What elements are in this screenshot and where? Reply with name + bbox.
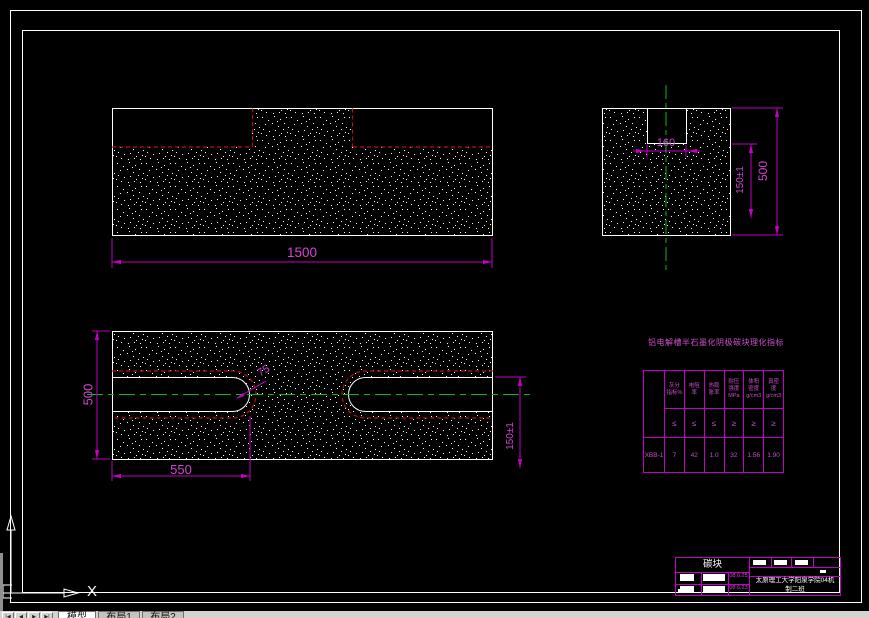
spec-comparator: ≤ — [683, 408, 704, 437]
redacted-name-block — [680, 574, 694, 581]
autocad-model-space: 1500 550 500 150±1 75 160 150±1 500 X 铝电… — [0, 0, 869, 618]
drawing-canvas[interactable] — [0, 0, 869, 618]
organization-line1: 太原理工大学阳泉学院04机 — [755, 577, 835, 584]
date-1: 08.6.25 — [729, 573, 748, 579]
tab-nav-last-button[interactable]: ▶| — [41, 612, 53, 618]
window-edge — [0, 553, 3, 618]
section-view — [87, 331, 532, 460]
date-2: 08.6.23 — [729, 585, 748, 591]
tab-nav-next-button[interactable]: ▶ — [28, 612, 40, 618]
sheet-border — [10, 10, 862, 603]
dim-1500-label: 1500 — [286, 245, 318, 260]
dim-500-side-label: 500 — [756, 160, 770, 182]
dim-550-label: 550 — [170, 462, 192, 477]
spec-grade-value: XBB-1 — [644, 437, 664, 472]
ucs-icon — [2, 514, 80, 599]
spec-col-header: 灰分 指标% — [664, 371, 684, 408]
organization-line2: 制二班 — [785, 586, 805, 593]
redacted-field-block — [774, 560, 787, 565]
dim-160-label: 160 — [656, 137, 676, 149]
dim-150-section-label: 150±1 — [505, 422, 516, 450]
spec-value: 42 — [683, 437, 704, 472]
small-text-mark — [678, 589, 683, 593]
tab-model[interactable]: 模型 — [58, 611, 96, 618]
part-name: 碳块 — [702, 559, 722, 570]
spec-col-header: 耐压 强度 MPa — [723, 371, 744, 408]
tab-layout1[interactable]: 布局1 — [98, 611, 140, 618]
spec-comparator: ≥ — [743, 408, 764, 437]
tab-layout2[interactable]: 布局2 — [142, 611, 184, 618]
spec-comparator: ≥ — [723, 408, 744, 437]
dim-150-side-label: 150±1 — [735, 166, 746, 194]
spec-value: 1.90 — [763, 437, 783, 472]
spec-value: 1.56 — [743, 437, 764, 472]
redacted-field-block — [753, 560, 766, 565]
spec-comparator: ≤ — [703, 408, 724, 437]
redacted-name-block — [703, 586, 725, 593]
side-view — [602, 85, 731, 273]
small-text-mark — [820, 570, 826, 573]
title-block: 碳块 08.6.25 08.6.23 太原理工大学阳泉学院04机 制二班 — [675, 557, 841, 596]
spec-col-header: 体积 密度 g/cm3 — [743, 371, 763, 408]
spec-comparator: ≤ — [664, 408, 684, 437]
spec-table-title: 铝电解槽半石墨化阴极碳块理化指标 — [648, 338, 784, 347]
spec-value: 7 — [664, 437, 684, 472]
tab-nav-first-button[interactable]: |◀ — [2, 612, 14, 618]
front-view-hatch — [112, 108, 492, 235]
redacted-field-block — [795, 560, 808, 565]
ucs-x-label: X — [86, 583, 97, 600]
small-text-mark — [684, 590, 688, 593]
spec-grade-header-cell — [644, 371, 664, 437]
spec-comparator: ≥ — [763, 408, 783, 437]
spec-table: 灰分 指标% 电阻率 热膨 胀率 耐压 强度 MPa 体积 密度 g/cm3 真密度 g/cm… — [643, 370, 784, 473]
spec-value: 1.0 — [703, 437, 724, 472]
spec-value: 32 — [723, 437, 744, 472]
spec-col-header: 热膨 胀率 — [703, 371, 724, 408]
spec-col-header: 真密度 g/cm3 — [763, 371, 783, 408]
dim-500-left-label: 500 — [80, 383, 96, 406]
redacted-name-block — [703, 574, 725, 581]
tab-nav-prev-button[interactable]: ◀ — [15, 612, 27, 618]
spec-col-header: 电阻率 — [683, 371, 704, 408]
front-view — [112, 108, 493, 236]
layout-tab-bar: |◀ ◀ ▶ ▶| 模型 布局1 布局2 — [0, 611, 869, 618]
